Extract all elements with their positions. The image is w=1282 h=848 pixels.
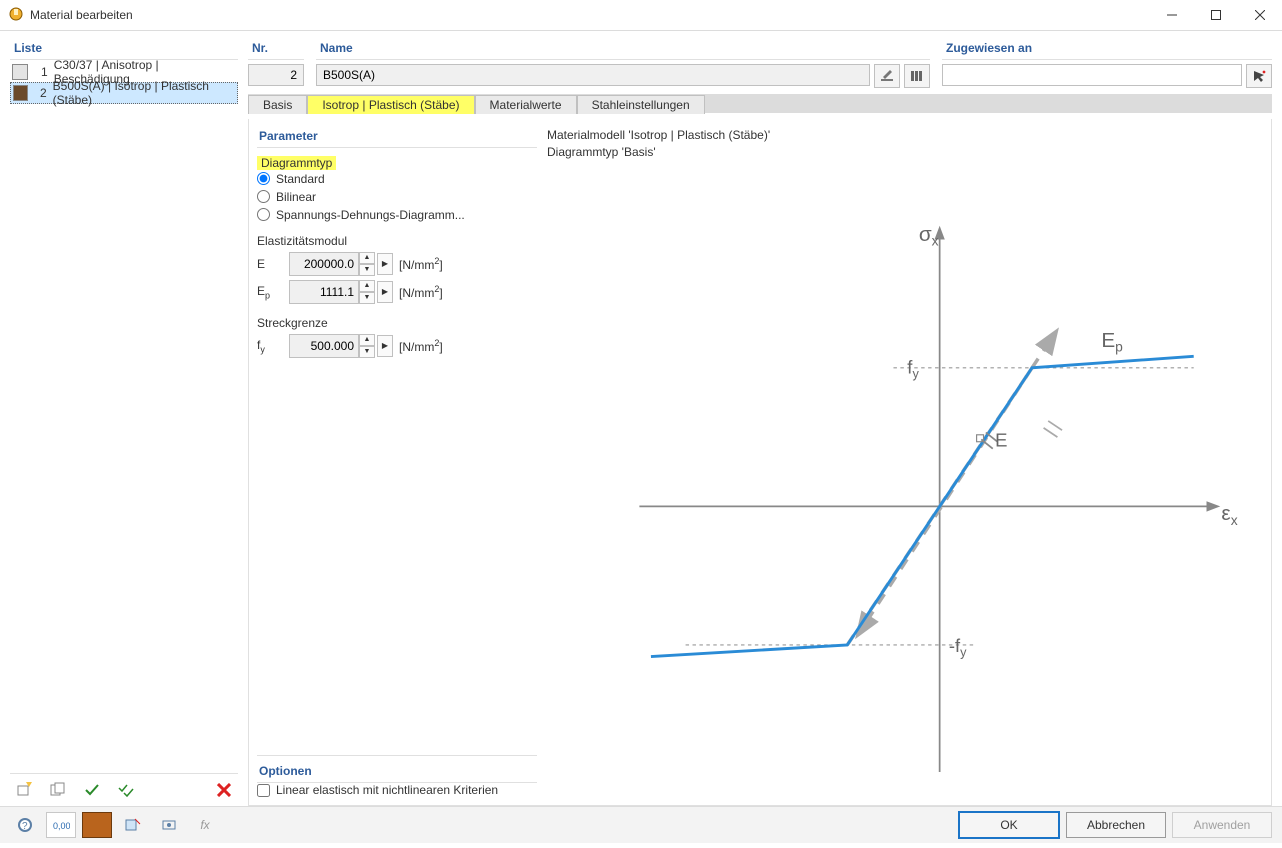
apply-button[interactable]: Anwenden — [1172, 812, 1272, 838]
window-maximize-button[interactable] — [1194, 0, 1238, 30]
preview-icon[interactable] — [154, 812, 184, 838]
pick-assign-icon[interactable] — [1246, 64, 1272, 88]
radio-standard-input[interactable] — [257, 172, 270, 185]
svg-text:?: ? — [22, 821, 28, 832]
options-header: Optionen — [257, 762, 537, 783]
material-swatch — [13, 85, 28, 101]
app-icon — [8, 6, 24, 25]
more-icon[interactable]: ▶ — [377, 253, 393, 275]
diagram-caption-1: Materialmodell 'Isotrop | Plastisch (Stä… — [547, 127, 1263, 144]
tab-bar: Basis Isotrop | Plastisch (Stäbe) Materi… — [248, 94, 1272, 113]
ep-slope-label: Ep — [1101, 329, 1123, 355]
delete-icon[interactable] — [210, 778, 238, 802]
linear-nl-label: Linear elastisch mit nichtlinearen Krite… — [276, 783, 498, 797]
e-symbol: E — [257, 257, 283, 271]
check-icon[interactable] — [78, 778, 106, 802]
material-item[interactable]: 2 B500S(A) | Isotrop | Plastisch (Stäbe) — [10, 82, 238, 104]
ok-button[interactable]: OK — [958, 811, 1060, 839]
e-slope-label: E — [995, 430, 1007, 451]
spin-up-icon[interactable]: ▲ — [359, 334, 375, 346]
fx-icon[interactable]: fx — [190, 812, 220, 838]
yield-header: Streckgrenze — [257, 314, 537, 332]
ep-unit: [N/mm2] — [399, 284, 443, 300]
more-icon[interactable]: ▶ — [377, 335, 393, 357]
spin-up-icon[interactable]: ▲ — [359, 252, 375, 264]
linear-nl-checkbox[interactable] — [257, 784, 270, 797]
library-icon[interactable] — [904, 64, 930, 88]
emodulus-header: Elastizitätsmodul — [257, 232, 537, 250]
ep-symbol: Ep — [257, 284, 283, 300]
window-title: Material bearbeiten — [30, 8, 133, 22]
radio-bilinear-input[interactable] — [257, 190, 270, 203]
radio-stress-strain[interactable]: Spannungs-Dehnungs-Diagramm... — [257, 206, 537, 224]
material-number: 2 — [34, 86, 47, 100]
fy-symbol: fy — [257, 338, 283, 354]
edit-name-icon[interactable] — [874, 64, 900, 88]
material-number: 1 — [34, 65, 48, 79]
fy-value-input[interactable] — [289, 334, 359, 358]
tab-basis[interactable]: Basis — [248, 95, 307, 114]
nr-label: Nr. — [248, 37, 304, 60]
radio-stress-strain-input[interactable] — [257, 208, 270, 221]
tab-isotrop-plastisch[interactable]: Isotrop | Plastisch (Stäbe) — [307, 95, 474, 114]
sidebar-header: Liste — [10, 37, 238, 60]
title-bar: Material bearbeiten — [0, 0, 1282, 31]
linear-nl-checkbox-row[interactable]: Linear elastisch mit nichtlinearen Krite… — [257, 783, 537, 797]
axis-x-label: εx — [1221, 503, 1237, 529]
material-list: 1 C30/37 | Anisotrop | Beschädigung 2 B5… — [10, 60, 238, 773]
material-swatch — [12, 64, 28, 80]
assigned-label: Zugewiesen an — [942, 37, 1272, 60]
tab-materialwerte[interactable]: Materialwerte — [475, 95, 577, 114]
svg-text:0,00: 0,00 — [53, 821, 70, 831]
stress-strain-diagram: σx εx fy -fy E Ep — [547, 170, 1263, 797]
new-item-icon[interactable] — [10, 778, 38, 802]
spin-up-icon[interactable]: ▲ — [359, 280, 375, 292]
e-unit: [N/mm2] — [399, 256, 443, 272]
spin-down-icon[interactable]: ▼ — [359, 292, 375, 304]
fy-unit: [N/mm2] — [399, 338, 443, 354]
ep-value-input[interactable] — [289, 280, 359, 304]
assigned-input[interactable] — [942, 64, 1242, 86]
e-value-input[interactable] — [289, 252, 359, 276]
object-info-icon[interactable] — [118, 812, 148, 838]
material-label: B500S(A) | Isotrop | Plastisch (Stäbe) — [53, 79, 235, 107]
nr-input[interactable] — [248, 64, 304, 86]
neg-fy-label: -fy — [949, 635, 967, 660]
cancel-button[interactable]: Abbrechen — [1066, 812, 1166, 838]
fy-label: fy — [907, 357, 919, 382]
copy-item-icon[interactable] — [44, 778, 72, 802]
radio-standard[interactable]: Standard — [257, 170, 537, 188]
axis-y-label: σx — [919, 223, 939, 249]
radio-standard-label: Standard — [276, 172, 325, 186]
window-minimize-button[interactable] — [1150, 0, 1194, 30]
window-close-button[interactable] — [1238, 0, 1282, 30]
diagramtype-header: Diagrammtyp — [257, 156, 336, 170]
spin-down-icon[interactable]: ▼ — [359, 264, 375, 276]
tab-stahleinstellungen[interactable]: Stahleinstellungen — [577, 95, 705, 114]
units-icon[interactable]: 0,00 — [46, 812, 76, 838]
name-input[interactable] — [316, 64, 870, 86]
radio-bilinear-label: Bilinear — [276, 190, 316, 204]
name-label: Name — [316, 37, 930, 60]
check-all-icon[interactable] — [112, 778, 140, 802]
parameter-header: Parameter — [257, 127, 537, 148]
material-color-icon[interactable] — [82, 812, 112, 838]
diagram-caption-2: Diagrammtyp 'Basis' — [547, 144, 1263, 161]
more-icon[interactable]: ▶ — [377, 281, 393, 303]
radio-bilinear[interactable]: Bilinear — [257, 188, 537, 206]
radio-stress-strain-label: Spannungs-Dehnungs-Diagramm... — [276, 208, 465, 222]
bottom-bar: ? 0,00 fx OK Abbrechen Anwenden — [0, 806, 1282, 843]
spin-down-icon[interactable]: ▼ — [359, 346, 375, 358]
help-icon[interactable]: ? — [10, 812, 40, 838]
